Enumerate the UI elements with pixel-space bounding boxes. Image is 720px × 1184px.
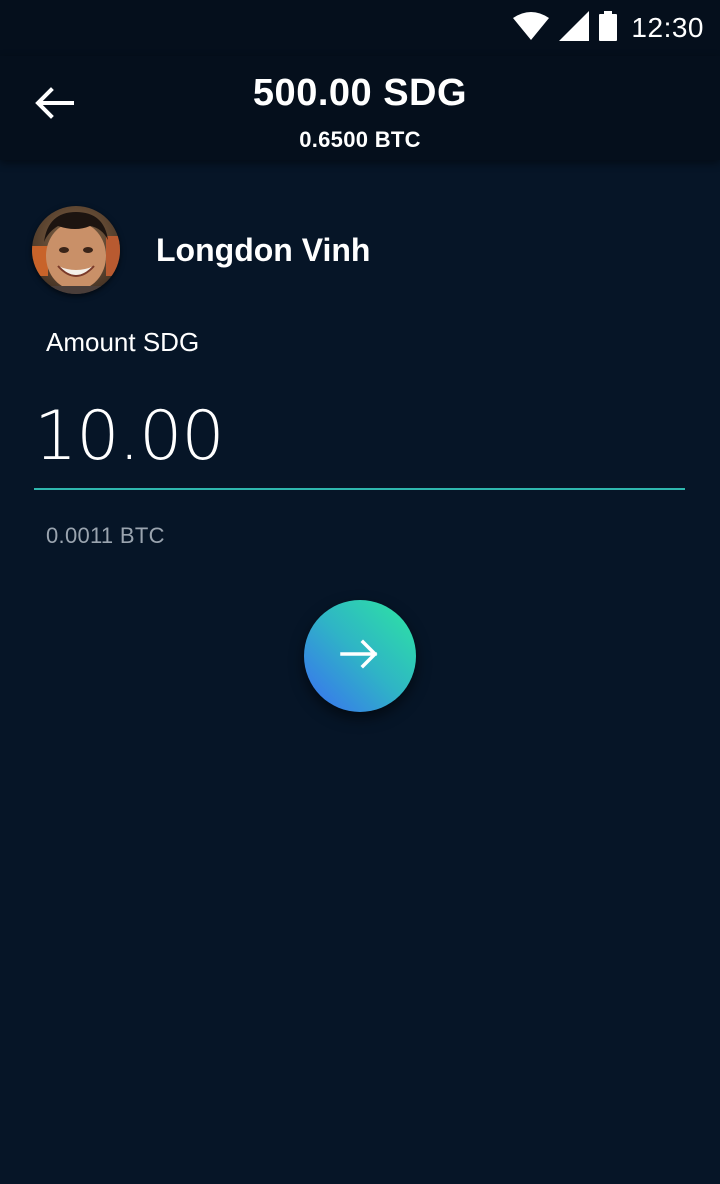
wifi-icon <box>513 11 550 45</box>
signal-icon <box>559 10 590 46</box>
btc-equivalent: 0.0011 BTC <box>46 523 165 548</box>
battery-icon <box>599 10 618 46</box>
contact-name: Longdon Vinh <box>156 231 371 268</box>
status-time: 12:30 <box>631 12 704 43</box>
avatar <box>32 206 120 294</box>
app-bar: 500.00 SDG 0.6500 BTC <box>0 56 720 160</box>
status-icons: 12:30 <box>513 8 704 48</box>
arrow-forward-icon <box>340 639 380 674</box>
amount-input[interactable] <box>34 384 685 490</box>
status-bar: 12:30 <box>0 0 720 56</box>
contact-row: Longdon Vinh <box>32 206 688 294</box>
next-button[interactable] <box>304 600 416 712</box>
amount-label: Amount SDG <box>46 327 200 357</box>
balance-title: 500.00 SDG <box>252 72 468 114</box>
balance-btc-subtitle: 0.6500 BTC <box>299 127 421 152</box>
